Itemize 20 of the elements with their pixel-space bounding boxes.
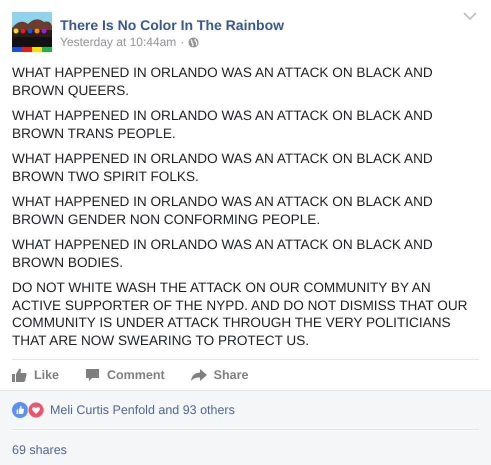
post-paragraph: WHAT HAPPENED IN ORLANDO WAS AN ATTACK ON BLACK AND BROWN QUEERS. <box>12 64 434 99</box>
shares-link[interactable]: 69 shares <box>12 441 67 460</box>
page-name-link[interactable]: There Is No Color In The Rainbow <box>60 16 284 34</box>
timestamp-link[interactable]: Yesterday at 10:44am <box>60 34 176 50</box>
globe-icon <box>188 36 200 48</box>
reaction-icons[interactable] <box>12 401 46 419</box>
separator: · <box>180 34 184 50</box>
post-paragraph: WHAT HAPPENED IN ORLANDO WAS AN ATTACK ON BLACK AND BROWN BODIES. <box>12 236 434 271</box>
chevron-down-icon[interactable] <box>463 12 477 21</box>
like-button[interactable]: Like <box>12 366 60 384</box>
reactions-link[interactable]: Meli Curtis Penfold and 93 others <box>50 400 235 420</box>
share-button[interactable]: Share <box>190 366 248 384</box>
post-paragraph: WHAT HAPPENED IN ORLANDO WAS AN ATTACK ON BLACK AND BROWN TWO SPIRIT FOLKS. <box>12 150 434 185</box>
speech-bubble-icon <box>85 368 100 382</box>
post-paragraph: WHAT HAPPENED IN ORLANDO WAS AN ATTACK ON BLACK AND BROWN GENDER NON CONFORMING PEOPLE. <box>12 193 434 228</box>
share-arrow-icon <box>190 368 207 382</box>
post-paragraph: DO NOT WHITE WASH THE ATTACK ON OUR COMMUNITY BY AN ACTIVE SUPPORTER OF THE NYPD. AND DO NOT DISMISS THAT OUR COMMUNITY IS UNDER ATTACK THROUGH THE VERY POLITICIANS THAT ARE NOW SWEARING TO PROTECT US. <box>12 279 468 349</box>
comment-button[interactable]: Comment <box>85 366 165 384</box>
post-paragraph: WHAT HAPPENED IN ORLANDO WAS AN ATTACK ON BLACK AND BROWN TRANS PEOPLE. <box>12 107 434 142</box>
thumbs-up-icon <box>12 368 27 382</box>
